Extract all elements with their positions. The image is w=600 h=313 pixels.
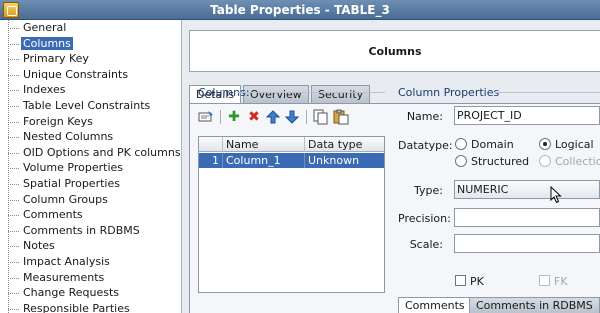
tab-comments-in-rdbms[interactable]: Comments in RDBMS <box>469 297 600 313</box>
delete-icon[interactable]: ✖ <box>246 109 262 125</box>
nav-item-label: Primary Key <box>23 52 89 66</box>
move-up-icon[interactable] <box>265 109 281 125</box>
nav-item-label: Nested Columns <box>23 130 114 144</box>
grid-index-header <box>199 137 223 152</box>
datatype-structured-label: Structured <box>471 155 530 168</box>
fk-label: FK <box>554 275 568 288</box>
precision-label: Precision: <box>398 212 451 225</box>
nav-item-volume-properties[interactable]: Volume Properties <box>0 160 181 176</box>
nav-item-table-level-constraints[interactable]: Table Level Constraints <box>0 98 181 114</box>
paste-icon[interactable] <box>333 109 349 125</box>
datatype-collection-radio <box>539 155 551 167</box>
datatype-logical-label: Logical <box>555 138 594 151</box>
move-down-icon[interactable] <box>284 109 300 125</box>
tab-overview[interactable]: Overview <box>243 85 309 103</box>
toolbar-separator <box>220 110 221 124</box>
nav-item-label: Table Level Constraints <box>23 98 151 112</box>
table-row[interactable]: 1 Column_1 Unknown <box>199 153 384 168</box>
nav-item-column-groups[interactable]: Column Groups <box>0 192 181 208</box>
row-column-name[interactable]: Column_1 <box>223 153 305 168</box>
nav-item-notes[interactable]: Notes <box>0 238 181 254</box>
nav-item-oid-options-and-pk-columns[interactable]: OID Options and PK columns <box>0 145 181 161</box>
columns-group-rule <box>238 92 385 93</box>
nav-item-label: Change Requests <box>23 286 120 300</box>
window-title: Table Properties - TABLE_3 <box>210 3 390 17</box>
nav-item-label: Unique Constraints <box>23 67 129 81</box>
nav-item-change-requests[interactable]: Change Requests <box>0 285 181 301</box>
row-index: 1 <box>199 153 223 168</box>
nav-item-spatial-properties[interactable]: Spatial Properties <box>0 176 181 192</box>
nav-item-label: Responsible Parties <box>23 301 130 313</box>
datatype-collection-label: Collection <box>555 155 600 168</box>
section-header: Columns <box>189 30 600 72</box>
pk-label: PK <box>470 275 484 288</box>
nav-item-comments-in-rdbms[interactable]: Comments in RDBMS <box>0 223 181 239</box>
fk-checkbox <box>539 275 550 286</box>
grid-header-name: Name <box>223 137 305 152</box>
nav-item-label: Comments in RDBMS <box>23 223 140 237</box>
nav-item-label: Notes <box>23 239 55 253</box>
row-data-type[interactable]: Unknown <box>305 153 384 168</box>
nav-item-label: Impact Analysis <box>23 254 110 268</box>
nav-item-comments[interactable]: Comments <box>0 207 181 223</box>
scale-input[interactable] <box>454 234 600 253</box>
app-icon <box>3 2 19 18</box>
copy-icon[interactable] <box>313 109 329 125</box>
tab-security[interactable]: Security <box>311 85 371 103</box>
nav-item-label: Measurements <box>23 270 105 284</box>
nav-item-primary-key[interactable]: Primary Key <box>0 51 181 67</box>
datatype-structured-radio[interactable] <box>455 155 467 167</box>
nav-item-label: OID Options and PK columns <box>23 145 181 159</box>
title-bar: Table Properties - TABLE_3 <box>0 0 600 20</box>
nav-item-impact-analysis[interactable]: Impact Analysis <box>0 254 181 270</box>
nav-item-label: Column Groups <box>23 192 108 206</box>
precision-input[interactable] <box>454 208 600 227</box>
datatype-label: Datatype: <box>398 139 453 152</box>
nav-item-general[interactable]: General <box>0 20 181 36</box>
properties-nav-tree: General Columns Primary Key Unique Constrai… <box>0 20 182 313</box>
name-label: Name: <box>406 110 443 123</box>
pk-checkbox[interactable] <box>455 275 466 286</box>
nav-item-measurements[interactable]: Measurements <box>0 270 181 286</box>
scale-label: Scale: <box>409 238 443 251</box>
datatype-domain-label: Domain <box>471 138 514 151</box>
nav-item-responsible-parties[interactable]: Responsible Parties <box>0 301 181 313</box>
grid-header: Name Data type <box>199 137 384 152</box>
nav-item-label: Foreign Keys <box>23 114 93 128</box>
nav-item-foreign-keys[interactable]: Foreign Keys <box>0 114 181 130</box>
type-select[interactable]: NUMERIC <box>454 180 600 199</box>
nav-item-label: Volume Properties <box>23 161 123 175</box>
datatype-logical-radio[interactable] <box>539 138 551 150</box>
nav-item-label: Comments <box>23 208 83 222</box>
grid-header-datatype: Data type <box>308 138 363 151</box>
add-icon[interactable]: ✚ <box>226 109 242 125</box>
nav-item-indexes[interactable]: Indexes <box>0 82 181 98</box>
type-label: Type: <box>414 184 443 197</box>
nav-item-nested-columns[interactable]: Nested Columns <box>0 129 181 145</box>
tab-comments[interactable]: Comments <box>398 297 472 313</box>
nav-item-label: General <box>23 21 67 34</box>
nav-item-label: Indexes <box>23 83 66 97</box>
name-input[interactable]: PROJECT_ID <box>454 106 600 125</box>
toolbar-separator <box>306 110 307 124</box>
nav-item-label: Spatial Properties <box>23 176 120 190</box>
nav-item-unique-constraints[interactable]: Unique Constraints <box>0 67 181 83</box>
edit-icon[interactable] <box>198 109 214 125</box>
nav-item-columns[interactable]: Columns <box>0 36 181 52</box>
column-properties-group-rule <box>494 92 600 93</box>
nav-item-label: Columns <box>21 36 73 50</box>
columns-grid: Name Data type 1 Column_1 Unknown <box>198 136 385 293</box>
column-properties-group-label: Column Properties <box>398 86 500 99</box>
datatype-domain-radio[interactable] <box>455 138 467 150</box>
